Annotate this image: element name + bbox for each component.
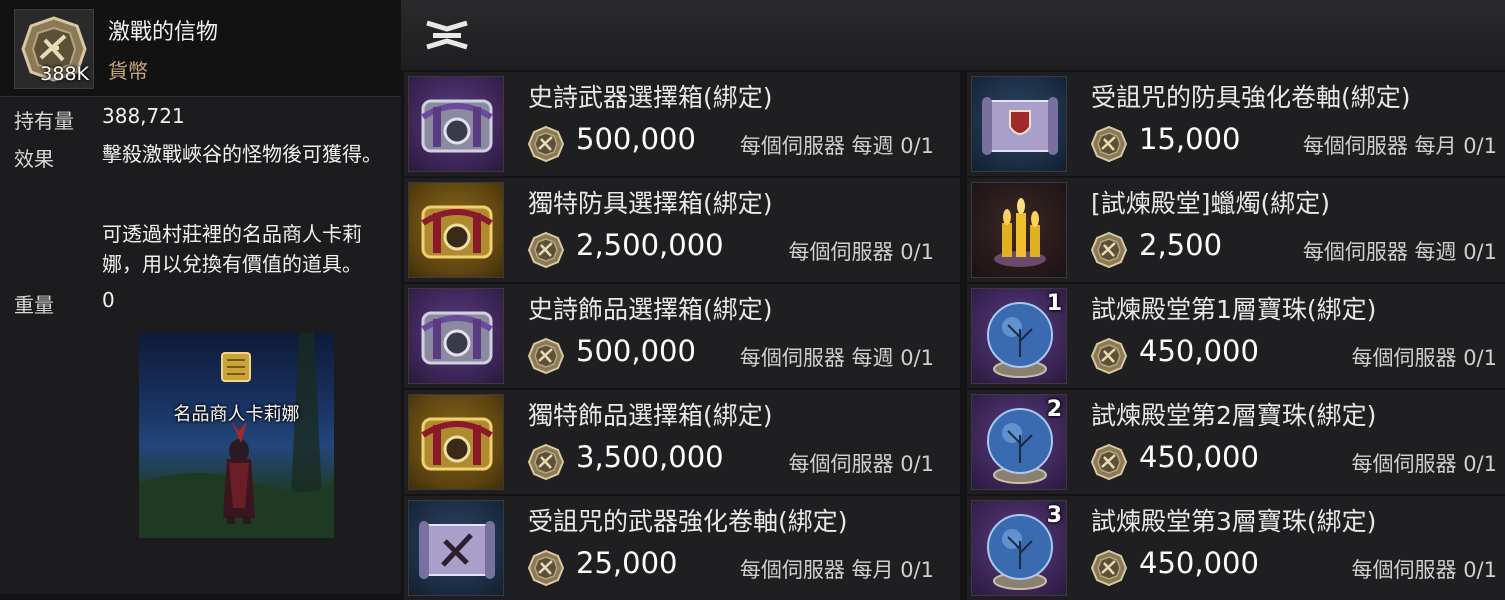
shop-item-left-5[interactable]: 受詛咒的武器強化卷軸(綁定) 25,000 每個伺服器 每月 0/1 <box>404 496 960 600</box>
effect-text-2: 可透過村莊裡的名品商人卡莉娜，用以兌換有價值的道具。 <box>102 222 362 276</box>
token-coin-icon: 388K <box>14 9 94 89</box>
purchase-limit: 每個伺服器 每週 0/1 <box>739 134 934 158</box>
item-name: 受詛咒的防具強化卷軸(綁定) <box>1091 83 1411 112</box>
token-coin-icon <box>526 336 566 380</box>
weight-label: 重量 <box>14 293 54 317</box>
item-price: 15,000 <box>1139 122 1241 156</box>
held-label: 持有量 <box>14 109 74 133</box>
epic-chest-icon <box>408 76 504 172</box>
item-name: 獨特飾品選擇箱(綁定) <box>528 401 773 430</box>
shop-item-right-1[interactable]: 受詛咒的防具強化卷軸(綁定) 15,000 每個伺服器 每月 0/1 <box>967 72 1505 176</box>
item-price: 500,000 <box>576 334 696 368</box>
tooltip-header: 388K 激戰的信物 貨幣 <box>0 0 401 97</box>
item-name: 史詩飾品選擇箱(綁定) <box>528 295 773 324</box>
token-coin-icon <box>526 230 566 274</box>
epic-chest-icon <box>408 288 504 384</box>
token-coin-icon <box>1089 336 1129 380</box>
purchase-limit: 每個伺服器 每月 0/1 <box>1302 134 1497 158</box>
shop-item-right-3[interactable]: 1 試煉殿堂第1層寶珠(綁定) 450,000 每個伺服器 0/1 <box>967 284 1505 388</box>
token-coin-icon <box>526 124 566 168</box>
shop-item-right-5[interactable]: 3 試煉殿堂第3層寶珠(綁定) 450,000 每個伺服器 0/1 <box>967 496 1505 600</box>
token-coin-icon <box>1089 442 1129 486</box>
item-tooltip-panel: 388K 激戰的信物 貨幣 持有量 388,721 效果 擊殺激戰峽谷的怪物後可… <box>0 0 401 594</box>
item-price: 2,500,000 <box>576 228 724 262</box>
menu-icon[interactable] <box>423 17 471 53</box>
token-coin-icon <box>526 442 566 486</box>
item-price: 25,000 <box>576 546 678 580</box>
item-name: 史詩武器選擇箱(綁定) <box>528 83 773 112</box>
npc-portrait: 名品商人卡莉娜 <box>139 333 334 538</box>
shop-item-left-3[interactable]: 史詩飾品選擇箱(綁定) 500,000 每個伺服器 每週 0/1 <box>404 284 960 388</box>
token-coin-icon <box>1089 230 1129 274</box>
item-name: 受詛咒的武器強化卷軸(綁定) <box>528 507 848 536</box>
purchase-limit: 每個伺服器 0/1 <box>788 452 934 476</box>
candle-icon <box>971 182 1067 278</box>
purchase-limit: 每個伺服器 0/1 <box>788 240 934 264</box>
npc-name: 名品商人卡莉娜 <box>173 404 300 425</box>
armor-scroll-icon <box>971 76 1067 172</box>
quantity-badge: 388K <box>40 63 89 85</box>
held-value: 388,721 <box>102 104 185 128</box>
currency-name: 激戰的信物 <box>108 20 219 45</box>
orb-icon: 1 <box>971 288 1067 384</box>
unique-chest-icon <box>408 182 504 278</box>
item-price: 450,000 <box>1139 546 1259 580</box>
purchase-limit: 每個伺服器 0/1 <box>1351 452 1497 476</box>
shop-item-left-2[interactable]: 獨特防具選擇箱(綁定) 2,500,000 每個伺服器 0/1 <box>404 178 960 282</box>
item-name: 試煉殿堂第2層寶珠(綁定) <box>1091 401 1377 430</box>
orb-icon: 3 <box>971 500 1067 596</box>
token-coin-icon <box>526 548 566 592</box>
floor-badge: 1 <box>1046 291 1062 316</box>
weight-value: 0 <box>102 288 115 312</box>
currency-type: 貨幣 <box>108 59 148 83</box>
unique-chest-icon <box>408 394 504 490</box>
purchase-limit: 每個伺服器 每週 0/1 <box>1302 240 1497 264</box>
item-price: 450,000 <box>1139 334 1259 368</box>
shop-item-right-2[interactable]: [試煉殿堂]蠟燭(綁定) 2,500 每個伺服器 每週 0/1 <box>967 178 1505 282</box>
shop-item-right-4[interactable]: 2 試煉殿堂第2層寶珠(綁定) 450,000 每個伺服器 0/1 <box>967 390 1505 494</box>
shop-item-left-4[interactable]: 獨特飾品選擇箱(綁定) 3,500,000 每個伺服器 0/1 <box>404 390 960 494</box>
purchase-limit: 每個伺服器 0/1 <box>1351 558 1497 582</box>
orb-icon: 2 <box>971 394 1067 490</box>
token-coin-icon <box>1089 124 1129 168</box>
purchase-limit: 每個伺服器 0/1 <box>1351 346 1497 370</box>
effect-text-1: 擊殺激戰峽谷的怪物後可獲得。 <box>102 142 382 166</box>
shop-top-bar <box>401 0 1505 70</box>
floor-badge: 3 <box>1046 503 1062 528</box>
floor-badge: 2 <box>1046 397 1062 422</box>
weapon-scroll-icon <box>408 500 504 596</box>
item-name: 試煉殿堂第3層寶珠(綁定) <box>1091 507 1377 536</box>
token-coin-icon <box>1089 548 1129 592</box>
item-name: [試煉殿堂]蠟燭(綁定) <box>1091 189 1331 218</box>
effect-label: 效果 <box>14 147 54 171</box>
item-name: 試煉殿堂第1層寶珠(綁定) <box>1091 295 1377 324</box>
purchase-limit: 每個伺服器 每月 0/1 <box>739 558 934 582</box>
item-price: 2,500 <box>1139 228 1223 262</box>
purchase-limit: 每個伺服器 每週 0/1 <box>739 346 934 370</box>
item-price: 500,000 <box>576 122 696 156</box>
item-name: 獨特防具選擇箱(綁定) <box>528 189 773 218</box>
shop-item-left-1[interactable]: 史詩武器選擇箱(綁定) 500,000 每個伺服器 每週 0/1 <box>404 72 960 176</box>
item-price: 450,000 <box>1139 440 1259 474</box>
item-price: 3,500,000 <box>576 440 724 474</box>
